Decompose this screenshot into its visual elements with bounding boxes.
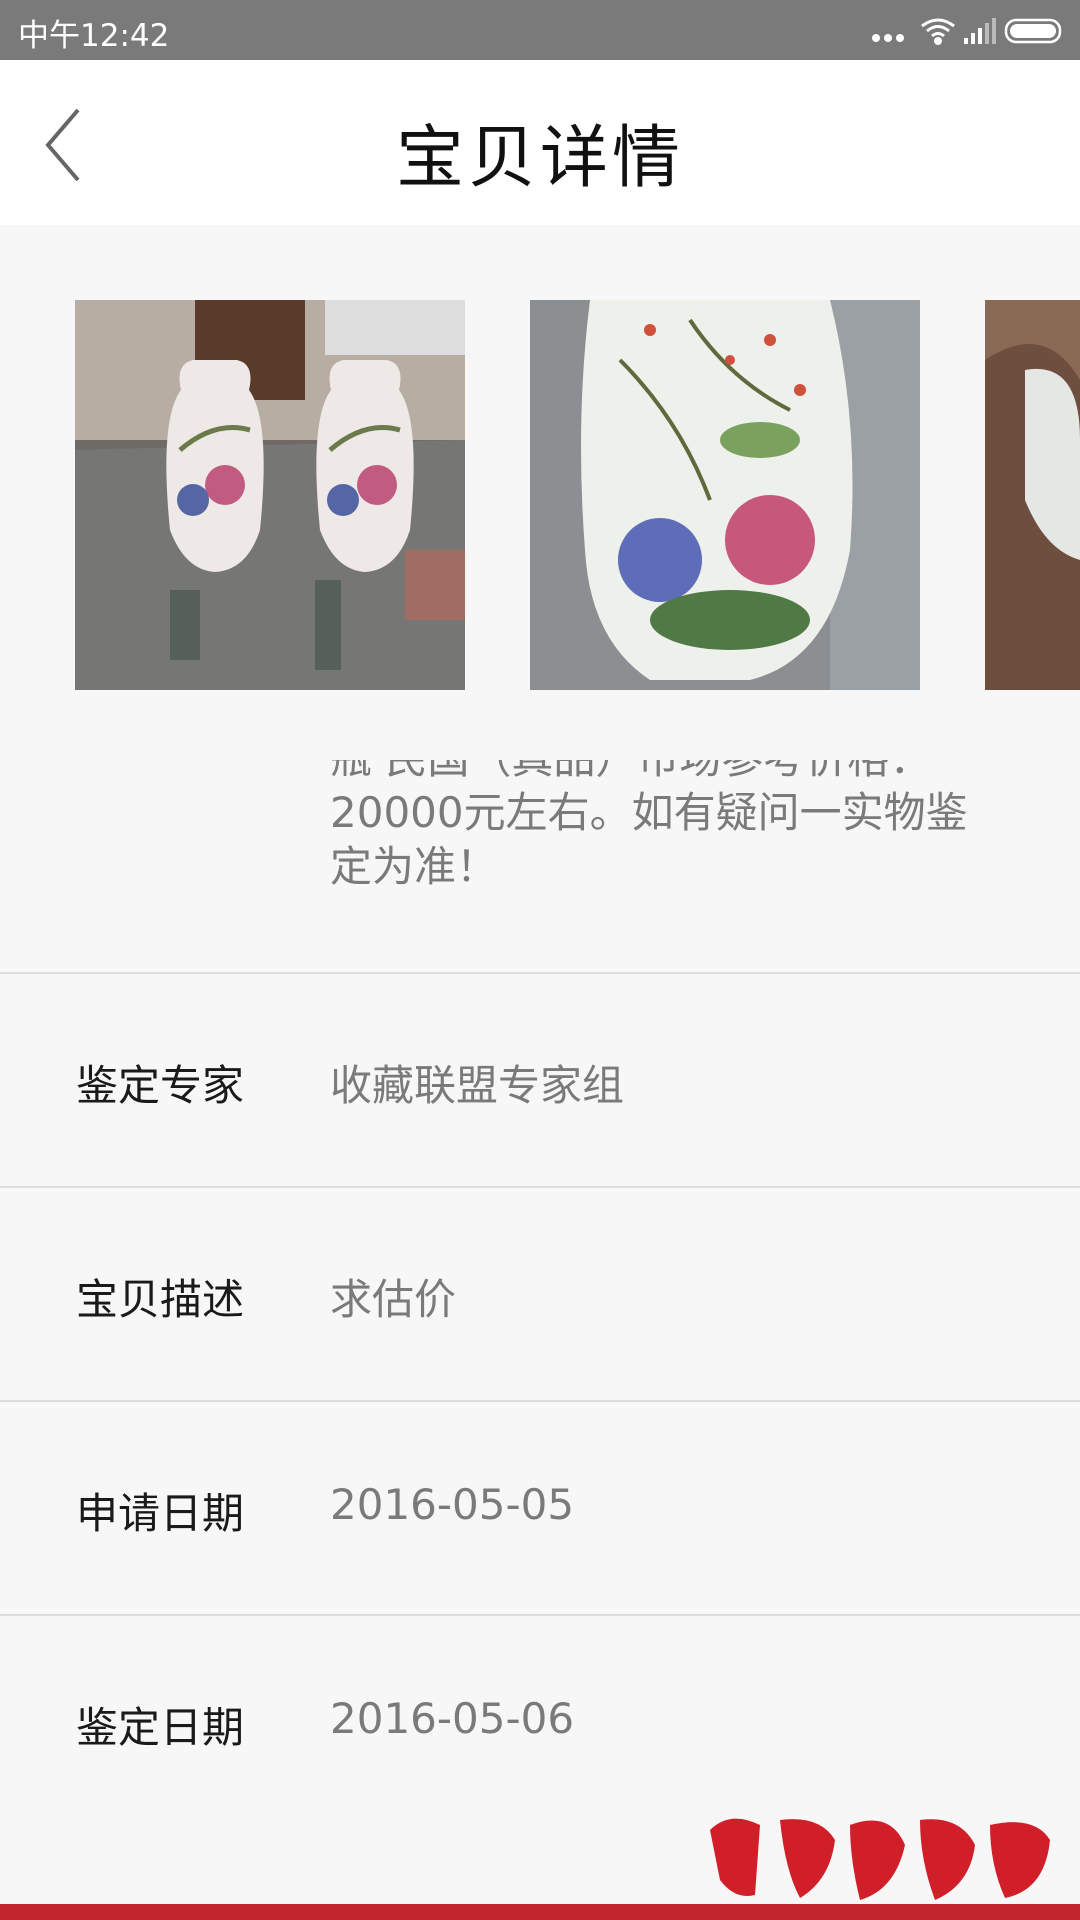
- watermark-logo: [700, 1800, 1060, 1910]
- detail-row-description: 宝贝描述 求估价: [0, 1190, 1080, 1402]
- row-value: 2016-05-05: [330, 1480, 575, 1529]
- row-label: 鉴定专家: [76, 1061, 245, 1110]
- bottom-accent-bar: [0, 1904, 1080, 1920]
- detail-row-expert: 鉴定专家 收藏联盟专家组: [0, 976, 1080, 1188]
- vase-pair-photo: [75, 300, 465, 690]
- watermark-calligraphy: [710, 1818, 1050, 1900]
- wifi-icon: [921, 18, 955, 45]
- row-value: 求估价: [330, 1275, 457, 1324]
- detail-row-apply-date: 申请日期 2016-05-05: [0, 1404, 1080, 1616]
- status-bar: 中午12:42: [0, 0, 1080, 60]
- row-label: 宝贝描述: [76, 1275, 245, 1324]
- divider: [0, 972, 1080, 974]
- row-value: 2016-05-06: [330, 1694, 575, 1743]
- divider: [0, 1186, 1080, 1188]
- divider: [0, 1400, 1080, 1402]
- gallery-image-2[interactable]: [530, 300, 920, 690]
- row-label: 申请日期: [76, 1489, 245, 1538]
- battery-icon: [1004, 18, 1062, 44]
- row-value: 收藏联盟专家组: [330, 1061, 625, 1110]
- status-icons: [866, 14, 1066, 46]
- vase-closeup-photo: [530, 300, 920, 690]
- more-dots-icon: [872, 34, 904, 42]
- gallery-image-1[interactable]: [75, 300, 465, 690]
- signal-icon: [964, 18, 996, 44]
- appraisal-description: 瓶 民国（真品）市场参考价格： 20000元左右。如有疑问一实物鉴 定为准！: [330, 760, 1030, 900]
- row-label: 鉴定日期: [76, 1703, 245, 1752]
- appraisal-line: 定为准！: [330, 842, 499, 891]
- status-time: 中午12:42: [18, 18, 170, 54]
- divider: [0, 1614, 1080, 1616]
- image-gallery[interactable]: [0, 300, 1080, 690]
- page-title: 宝贝详情: [395, 119, 684, 198]
- detail-row-appraisal-date: 鉴定日期 2016-05-06: [0, 1618, 1080, 1830]
- vase-in-hand-photo: [985, 300, 1080, 690]
- appraisal-line: 20000元左右。如有疑问一实物鉴: [330, 788, 968, 837]
- title-bar: 宝贝详情: [0, 60, 1080, 225]
- appraisal-line: 瓶 民国（真品）市场参考价格：: [330, 760, 1030, 786]
- gallery-image-3[interactable]: [985, 300, 1080, 690]
